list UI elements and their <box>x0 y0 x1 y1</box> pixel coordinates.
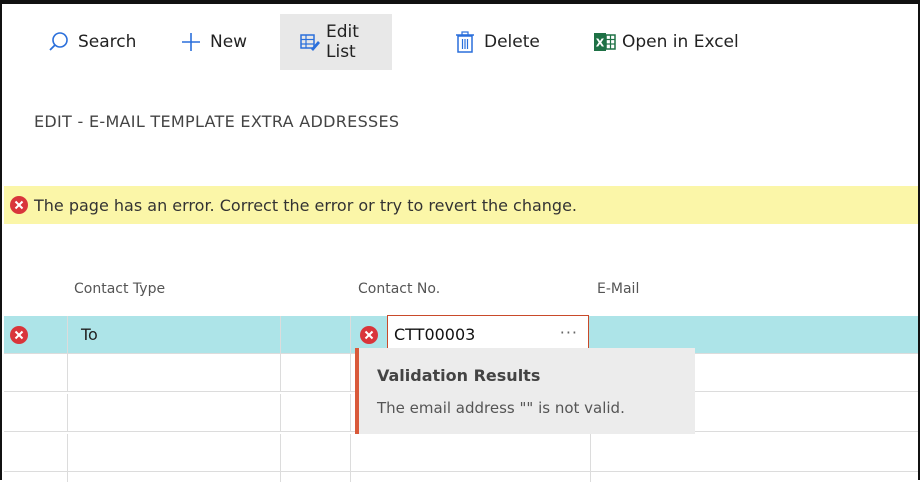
column-divider <box>280 354 281 391</box>
search-label: Search <box>78 32 137 52</box>
error-message: The page has an error. Correct the error… <box>34 195 578 215</box>
column-divider <box>350 394 351 431</box>
table-row[interactable] <box>4 472 918 482</box>
column-divider <box>350 354 351 391</box>
column-divider <box>350 434 351 471</box>
column-divider <box>590 434 591 471</box>
column-divider <box>67 472 68 482</box>
contact-no-value: CTT00003 <box>394 325 476 344</box>
validation-tooltip: Validation Results The email address "" … <box>355 348 695 434</box>
edit-list-button[interactable]: Edit List <box>280 14 392 70</box>
new-label: New <box>210 32 248 52</box>
column-header-contact-type[interactable]: Contact Type <box>74 281 165 297</box>
field-error-icon <box>360 326 378 344</box>
delete-label: Delete <box>484 32 540 52</box>
table-row[interactable] <box>4 434 918 472</box>
edit-list-label: Edit List <box>326 22 359 62</box>
column-divider <box>280 434 281 471</box>
action-toolbar: Search New Edit List Delete X Open in Ex… <box>0 4 923 74</box>
search-icon <box>48 31 70 53</box>
edit-list-icon <box>300 32 320 52</box>
column-header-contact-no[interactable]: Contact No. <box>358 281 440 297</box>
page-title: EDIT - E-MAIL TEMPLATE EXTRA ADDRESSES <box>34 112 400 131</box>
error-notification-bar: The page has an error. Correct the error… <box>4 186 918 224</box>
search-button[interactable]: Search <box>48 14 136 70</box>
column-divider <box>350 316 351 353</box>
column-divider <box>67 394 68 431</box>
column-divider <box>67 316 68 353</box>
delete-button[interactable]: Delete <box>456 14 540 70</box>
open-in-excel-label: Open in Excel <box>622 32 739 52</box>
validation-title: Validation Results <box>377 366 541 385</box>
column-divider <box>280 316 281 353</box>
column-divider <box>350 472 351 482</box>
validation-message: The email address "" is not valid. <box>377 399 625 417</box>
contact-type-cell[interactable]: To <box>81 325 98 344</box>
plus-icon <box>180 31 202 53</box>
open-in-excel-button[interactable]: X Open in Excel <box>594 14 739 70</box>
column-divider <box>590 472 591 482</box>
svg-text:X: X <box>596 37 605 50</box>
trash-icon <box>456 31 474 53</box>
error-icon <box>10 196 28 214</box>
lookup-ellipsis-button[interactable]: ··· <box>560 323 578 342</box>
column-divider <box>67 354 68 391</box>
row-error-icon <box>10 326 28 344</box>
column-divider <box>280 394 281 431</box>
column-header-email[interactable]: E-Mail <box>597 281 639 297</box>
column-divider <box>67 434 68 471</box>
column-divider <box>280 472 281 482</box>
excel-icon: X <box>594 32 616 52</box>
new-button[interactable]: New <box>180 14 247 70</box>
